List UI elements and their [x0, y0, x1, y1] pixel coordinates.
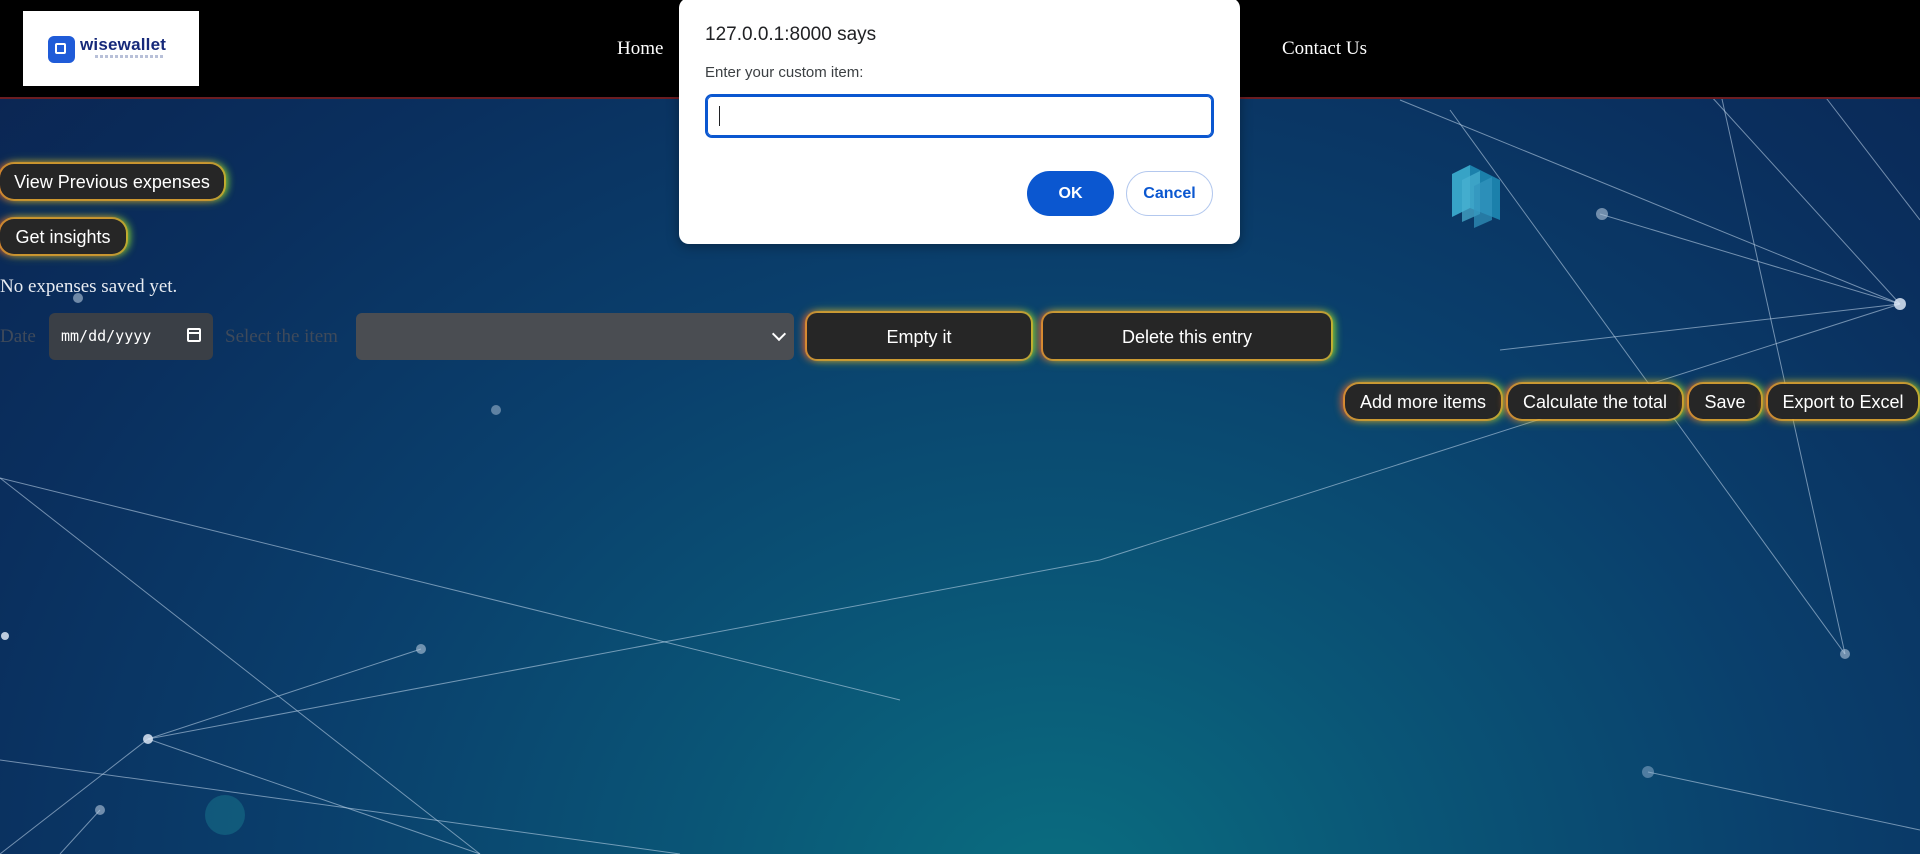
ok-button[interactable]: OK [1027, 171, 1114, 216]
empty-state-message: No expenses saved yet. [0, 276, 178, 297]
wallet-icon [48, 36, 75, 63]
dialog-message: Enter your custom item: [705, 64, 864, 81]
brand-logo[interactable]: wisewallet [23, 11, 199, 86]
custom-item-input[interactable] [705, 94, 1214, 138]
view-previous-expenses-button[interactable]: View Previous expenses [0, 164, 224, 199]
chevron-down-icon [771, 326, 787, 342]
logo-text: wisewallet [80, 35, 167, 54]
save-button[interactable]: Save [1689, 384, 1761, 419]
date-placeholder: mm/dd/yyyy [61, 327, 152, 345]
logo-tagline-decoration [95, 55, 165, 58]
date-label: Date [0, 326, 36, 347]
item-select-dropdown[interactable] [356, 313, 794, 360]
prompt-dialog: 127.0.0.1:8000 says Enter your custom it… [679, 0, 1240, 244]
empty-it-button[interactable]: Empty it [807, 313, 1031, 359]
dialog-title: 127.0.0.1:8000 says [705, 24, 877, 45]
text-caret [719, 106, 720, 126]
delete-entry-button[interactable]: Delete this entry [1043, 313, 1331, 359]
get-insights-button[interactable]: Get insights [0, 219, 126, 254]
add-more-items-button[interactable]: Add more items [1345, 384, 1501, 419]
nav-contact-link[interactable]: Contact Us [1282, 38, 1367, 60]
item-select-label: Select the item [225, 326, 338, 347]
nav-home-link[interactable]: Home [617, 38, 663, 60]
calendar-icon[interactable] [187, 328, 201, 342]
calculate-total-button[interactable]: Calculate the total [1508, 384, 1682, 419]
export-excel-button[interactable]: Export to Excel [1768, 384, 1918, 419]
cancel-button[interactable]: Cancel [1126, 171, 1213, 216]
date-input[interactable]: mm/dd/yyyy [49, 313, 213, 360]
